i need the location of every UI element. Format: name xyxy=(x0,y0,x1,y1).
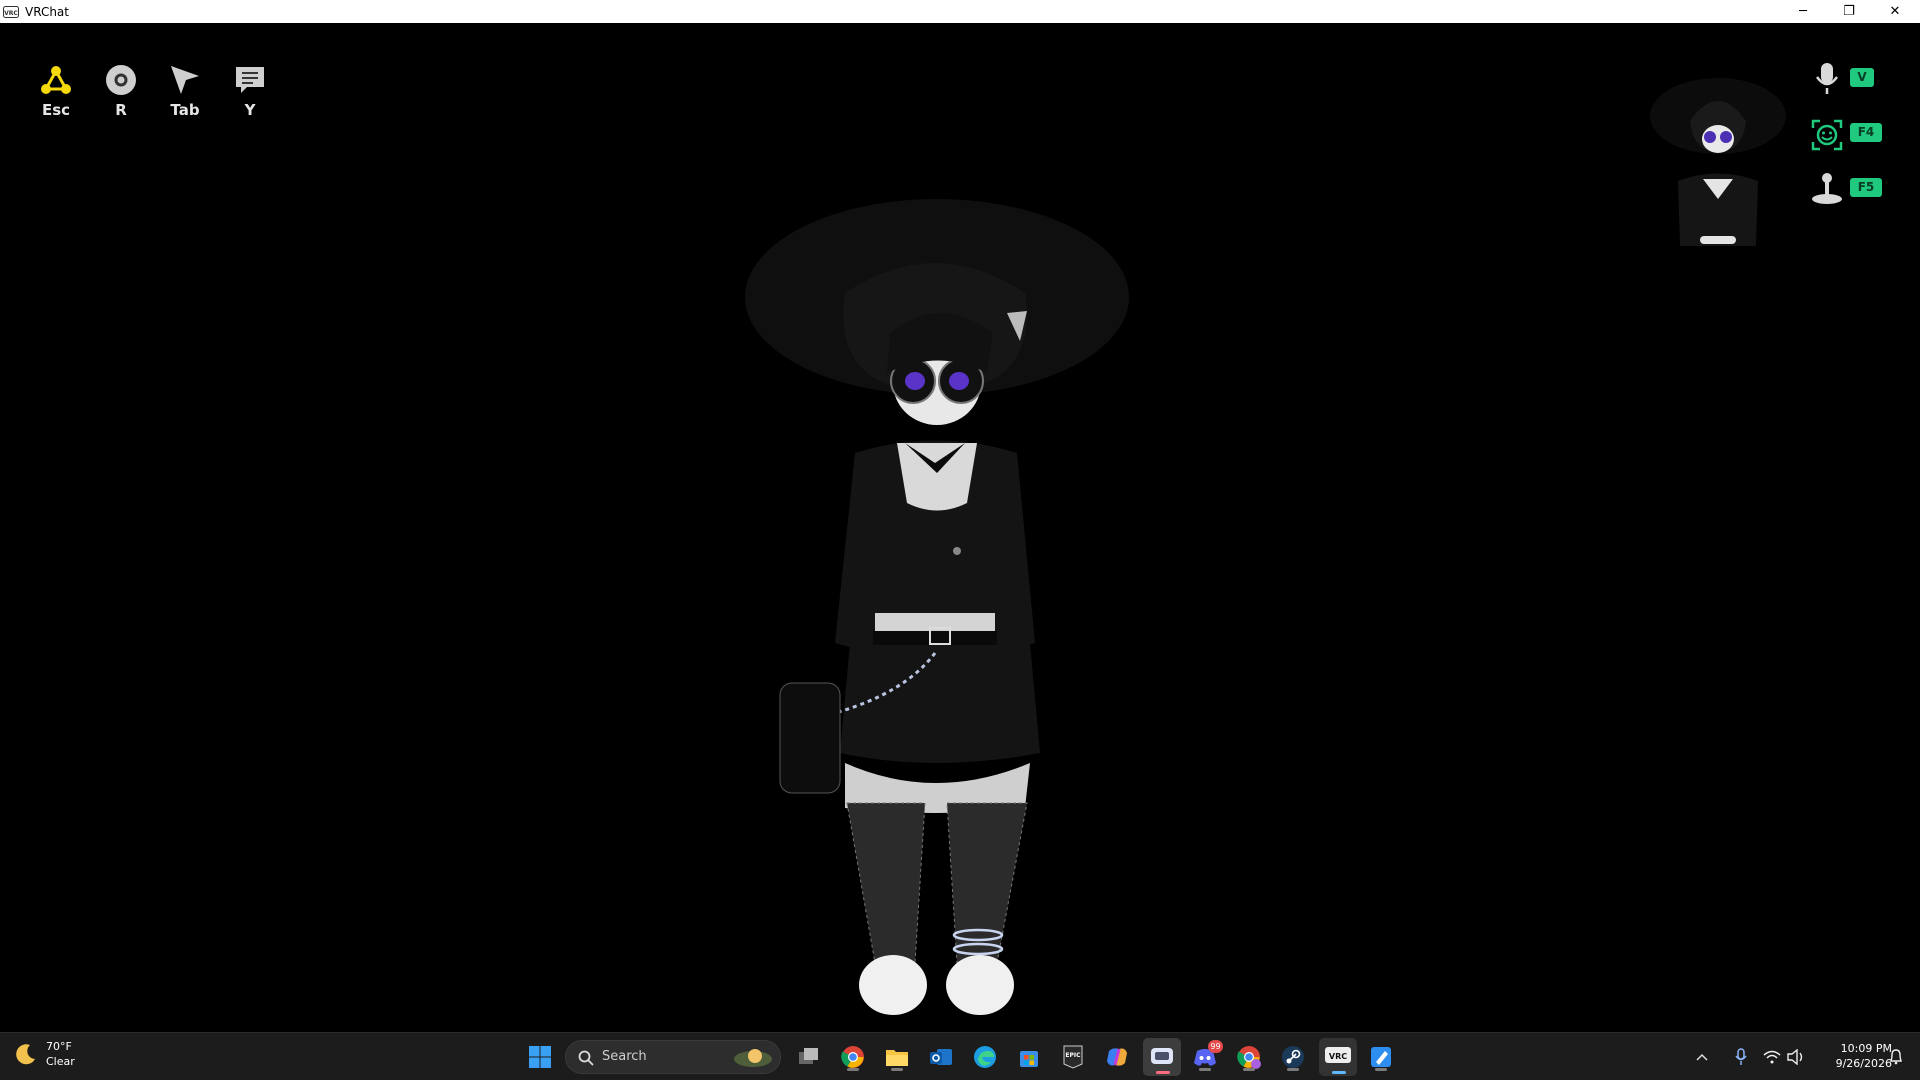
vrchat-active-indicator xyxy=(1332,1071,1346,1074)
search-icon xyxy=(578,1050,594,1066)
steam-icon xyxy=(1282,1046,1304,1068)
wifi-icon xyxy=(1763,1050,1781,1064)
weather-condition: Clear xyxy=(46,1055,75,1068)
mic-key-badge: V xyxy=(1850,68,1874,87)
chrome-running-indicator xyxy=(847,1068,859,1071)
discord-button[interactable]: 99 xyxy=(1189,1040,1223,1073)
taskbar-clock[interactable]: 10:09 PM 9/26/2026 xyxy=(1808,1041,1892,1071)
face-tracking-icon xyxy=(1811,119,1843,151)
volume-icon xyxy=(1787,1049,1803,1065)
avatar-character xyxy=(745,199,1129,1015)
discord-notification-badge: 99 xyxy=(1208,1040,1223,1053)
chevron-up-icon xyxy=(1696,1053,1708,1061)
outlook-button[interactable] xyxy=(925,1041,957,1073)
chrome-button[interactable] xyxy=(837,1041,869,1073)
restore-button[interactable]: ❐ xyxy=(1826,0,1872,23)
chrome-icon xyxy=(841,1046,864,1068)
joystick-key-badge: F5 xyxy=(1850,178,1882,197)
copilot-button[interactable] xyxy=(1101,1041,1133,1073)
weather-widget[interactable]: 70°F Clear xyxy=(14,1039,75,1069)
chrome-profile-running-indicator xyxy=(1243,1068,1255,1071)
steam-button[interactable] xyxy=(1277,1041,1309,1073)
task-view-button[interactable] xyxy=(793,1041,825,1073)
quick-menu-icon xyxy=(41,66,71,94)
paint-icon xyxy=(1371,1047,1391,1067)
svg-text:VRC: VRC xyxy=(4,10,18,17)
volume-button[interactable] xyxy=(1784,1041,1808,1073)
discord-running-indicator xyxy=(1199,1068,1211,1071)
taskbar-search-box[interactable]: Search xyxy=(565,1040,781,1074)
camera-button[interactable]: R xyxy=(91,63,151,119)
chrome-profile-button[interactable] xyxy=(1233,1041,1265,1073)
paint-button[interactable] xyxy=(1365,1041,1397,1073)
copilot-icon xyxy=(1107,1048,1127,1066)
microsoft-store-icon xyxy=(1020,1051,1038,1067)
chat-button[interactable]: Y xyxy=(220,63,280,119)
explorer-running-indicator xyxy=(891,1068,903,1071)
microphone-icon xyxy=(1815,63,1839,94)
avatar-mirror-preview xyxy=(1650,78,1786,246)
chat-key: Y xyxy=(244,101,256,119)
tray-microphone-button[interactable] xyxy=(1730,1041,1752,1073)
show-hidden-icons-button[interactable] xyxy=(1693,1041,1711,1073)
window-title: VRChat xyxy=(25,4,69,19)
wifi-button[interactable] xyxy=(1760,1041,1784,1073)
vrchat-icon: VRC xyxy=(1325,1047,1351,1063)
file-explorer-icon xyxy=(886,1050,908,1066)
joystick-icon xyxy=(1812,173,1842,204)
search-highlight-icon xyxy=(734,1049,772,1067)
window-title-bar: VRC VRChat ─ ❐ ✕ xyxy=(0,0,1920,23)
outlook-icon xyxy=(930,1049,952,1065)
chat-icon xyxy=(236,67,264,93)
edge-icon xyxy=(974,1046,996,1068)
minimize-button[interactable]: ─ xyxy=(1780,0,1826,23)
vrchat-app-icon: VRC xyxy=(3,5,19,18)
clock-date: 9/26/2026 xyxy=(1835,1057,1892,1070)
windows-taskbar: 70°F Clear Search EPIC 99 VRC 10:09 PM 9… xyxy=(0,1032,1920,1080)
clock-time: 10:09 PM xyxy=(1840,1042,1892,1055)
edge-button[interactable] xyxy=(969,1041,1001,1073)
notification-bell-icon xyxy=(1890,1049,1902,1065)
paint-running-indicator xyxy=(1375,1068,1387,1071)
quick-menu-key: Esc xyxy=(41,101,71,119)
weather-temp: 70°F xyxy=(46,1040,72,1053)
camera-key: R xyxy=(115,101,127,119)
chrome-profile-icon xyxy=(1237,1046,1261,1069)
windows-start-icon xyxy=(529,1046,551,1068)
steam-running-indicator xyxy=(1287,1068,1299,1071)
camera-icon xyxy=(106,65,136,95)
epic-label: EPIC xyxy=(1065,1052,1081,1059)
search-placeholder: Search xyxy=(602,1049,647,1064)
vrchat-launcher-button[interactable] xyxy=(1143,1038,1181,1076)
pointer-icon xyxy=(171,66,199,94)
vrchat-button[interactable]: VRC xyxy=(1319,1038,1357,1076)
vrc-label: VRC xyxy=(1329,1052,1347,1061)
epic-games-icon: EPIC xyxy=(1063,1045,1083,1069)
epic-games-button[interactable]: EPIC xyxy=(1057,1041,1089,1073)
tray-microphone-icon xyxy=(1735,1048,1747,1065)
notifications-button[interactable] xyxy=(1886,1041,1906,1073)
game-viewport[interactable]: Esc R Tab Y V F4 F5 xyxy=(0,23,1920,1032)
pointer-key: Tab xyxy=(170,101,200,119)
vrchat-launcher-icon xyxy=(1151,1048,1173,1064)
face-tracking-key-badge: F4 xyxy=(1850,123,1882,142)
pointer-button[interactable]: Tab xyxy=(155,63,215,119)
microsoft-store-button[interactable] xyxy=(1013,1041,1045,1073)
close-button[interactable]: ✕ xyxy=(1872,0,1918,23)
file-explorer-button[interactable] xyxy=(881,1041,913,1073)
vrchat-launcher-active-indicator xyxy=(1156,1071,1170,1074)
start-button[interactable] xyxy=(524,1041,556,1073)
moon-icon xyxy=(16,1044,35,1065)
quick-menu-button[interactable]: Esc xyxy=(26,63,86,119)
task-view-icon xyxy=(799,1048,818,1064)
